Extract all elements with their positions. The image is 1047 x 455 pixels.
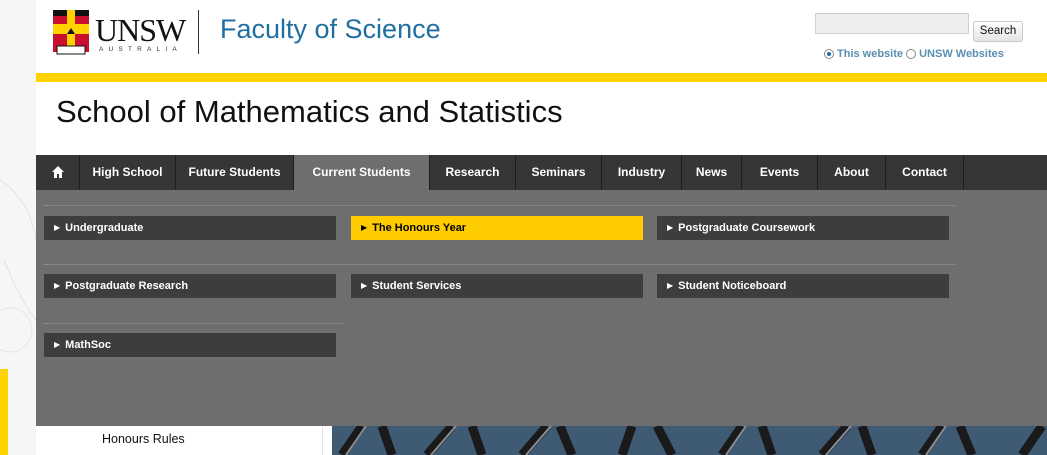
submenu-item-postgraduate-coursework[interactable]: ▶ Postgraduate Coursework	[657, 216, 949, 240]
logo-divider	[198, 10, 199, 54]
submenu-separator	[44, 323, 344, 324]
home-icon	[52, 166, 64, 178]
submenu-item-honours-year[interactable]: ▶ The Honours Year	[351, 216, 643, 240]
nav-current-students[interactable]: Current Students	[294, 155, 430, 190]
submenu-item-undergraduate[interactable]: ▶ Undergraduate	[44, 216, 336, 240]
unsw-logo[interactable]: UNSW AUSTRALIA	[53, 8, 209, 60]
nav-future-students[interactable]: Future Students	[176, 155, 294, 190]
sidebar-link-honours-rules[interactable]: Honours Rules	[102, 432, 185, 446]
arrow-right-icon: ▶	[667, 281, 674, 290]
banner-graphic	[332, 426, 1047, 455]
nav-events[interactable]: Events	[742, 155, 818, 190]
logo-word: UNSW	[95, 12, 186, 48]
arrow-right-icon: ▶	[54, 340, 61, 349]
scope-option-unsw-websites[interactable]: UNSW Websites	[906, 48, 1004, 60]
arrow-right-icon: ▶	[667, 223, 674, 232]
arrow-right-icon: ▶	[54, 223, 61, 232]
submenu-panel: ▶ Undergraduate ▶ The Honours Year ▶ Postgr…	[36, 190, 1047, 426]
nav-industry[interactable]: Industry	[602, 155, 682, 190]
banner-image	[332, 426, 1047, 455]
nav-about[interactable]: About	[818, 155, 886, 190]
arrow-right-icon: ▶	[361, 223, 368, 232]
submenu-item-mathsoc[interactable]: ▶ MathSoc	[44, 333, 336, 357]
left-accent-bar	[0, 369, 8, 455]
crest-icon	[53, 10, 89, 55]
nav-home[interactable]	[36, 155, 80, 190]
school-title: School of Mathematics and Statistics	[56, 94, 563, 129]
header-accent-bar	[36, 73, 1047, 82]
radio-unselected-icon	[906, 49, 917, 59]
nav-news[interactable]: News	[682, 155, 742, 190]
search-input[interactable]	[815, 13, 969, 34]
search-scope: This website UNSW Websites	[824, 48, 1004, 62]
submenu-separator	[44, 205, 956, 206]
arrow-right-icon: ▶	[54, 281, 61, 290]
faculty-title[interactable]: Faculty of Science	[220, 14, 441, 45]
arrow-right-icon: ▶	[361, 281, 368, 290]
submenu-item-student-services[interactable]: ▶ Student Services	[351, 274, 643, 298]
search-button[interactable]: Search	[973, 21, 1023, 42]
page-wrapper: UNSW AUSTRALIA Faculty of Science Search…	[36, 0, 1047, 455]
main-nav: High School Future Students Current Stud…	[36, 155, 1047, 190]
logo-subtitle: AUSTRALIA	[99, 46, 182, 53]
submenu-separator	[44, 264, 956, 265]
scope-option-this-website[interactable]: This website	[824, 48, 903, 60]
sidebar-divider	[322, 426, 323, 455]
radio-selected-icon	[824, 49, 834, 59]
submenu-item-student-noticeboard[interactable]: ▶ Student Noticeboard	[657, 274, 949, 298]
nav-research[interactable]: Research	[430, 155, 516, 190]
nav-contact[interactable]: Contact	[886, 155, 964, 190]
nav-high-school[interactable]: High School	[80, 155, 176, 190]
submenu-item-postgraduate-research[interactable]: ▶ Postgraduate Research	[44, 274, 336, 298]
nav-seminars[interactable]: Seminars	[516, 155, 602, 190]
